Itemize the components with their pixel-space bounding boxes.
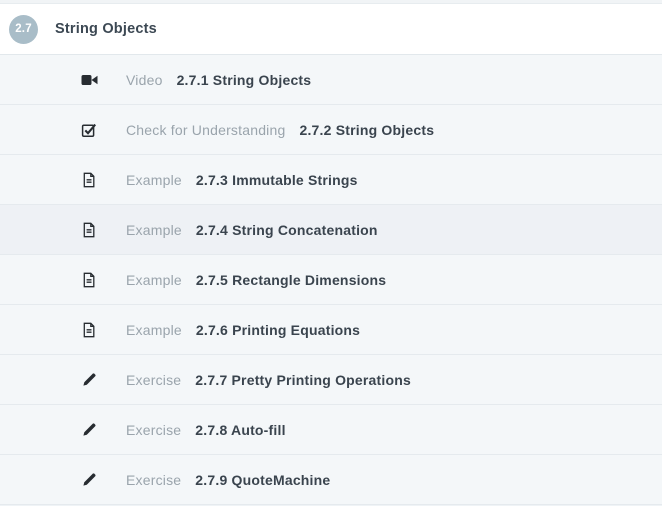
item-type-label: Example (126, 222, 182, 238)
section-number-badge: 2.7 (9, 15, 38, 44)
lesson-item-row[interactable]: Exercise 2.7.9 QuoteMachine (0, 455, 662, 505)
document-icon (80, 171, 98, 189)
document-icon (80, 321, 98, 339)
item-type-label: Exercise (126, 372, 181, 388)
item-title[interactable]: 2.7.2 String Objects (299, 122, 434, 138)
document-icon (80, 271, 98, 289)
item-type-label: Exercise (126, 472, 181, 488)
section-header[interactable]: 2.7 String Objects (0, 4, 662, 55)
item-title[interactable]: 2.7.1 String Objects (177, 72, 312, 88)
pencil-icon (80, 471, 98, 489)
lesson-items-list: Video 2.7.1 String Objects (0, 55, 662, 505)
item-title[interactable]: 2.7.8 Auto-fill (195, 422, 285, 438)
lesson-item-row[interactable]: Example 2.7.6 Printing Equations (0, 305, 662, 355)
item-title[interactable]: 2.7.4 String Concatenation (196, 222, 378, 238)
pencil-icon (80, 371, 98, 389)
lesson-item-row[interactable]: Video 2.7.1 String Objects (0, 55, 662, 105)
lesson-item-row[interactable]: Example 2.7.4 String Concatenation (0, 205, 662, 255)
pencil-icon (80, 421, 98, 439)
document-icon (80, 221, 98, 239)
item-type-label: Video (126, 72, 163, 88)
section-title: String Objects (55, 21, 157, 37)
lesson-item-row[interactable]: Exercise 2.7.8 Auto-fill (0, 405, 662, 455)
check-icon (80, 121, 98, 139)
item-title[interactable]: 2.7.6 Printing Equations (196, 322, 360, 338)
item-title[interactable]: 2.7.3 Immutable Strings (196, 172, 358, 188)
lesson-list-panel: 2.7 String Objects (0, 0, 662, 506)
item-title[interactable]: 2.7.5 Rectangle Dimensions (196, 272, 386, 288)
item-title[interactable]: 2.7.9 QuoteMachine (195, 472, 330, 488)
item-type-label: Exercise (126, 422, 181, 438)
item-type-label: Example (126, 322, 182, 338)
item-title[interactable]: 2.7.7 Pretty Printing Operations (195, 372, 411, 388)
lesson-item-row[interactable]: Exercise 2.7.7 Pretty Printing Operation… (0, 355, 662, 405)
item-type-label: Example (126, 172, 182, 188)
lesson-item-row[interactable]: Example 2.7.5 Rectangle Dimensions (0, 255, 662, 305)
item-type-label: Check for Understanding (126, 122, 285, 138)
item-type-label: Example (126, 272, 182, 288)
lesson-item-row[interactable]: Check for Understanding 2.7.2 String Obj… (0, 105, 662, 155)
lesson-item-row[interactable]: Example 2.7.3 Immutable Strings (0, 155, 662, 205)
video-icon (80, 71, 98, 89)
